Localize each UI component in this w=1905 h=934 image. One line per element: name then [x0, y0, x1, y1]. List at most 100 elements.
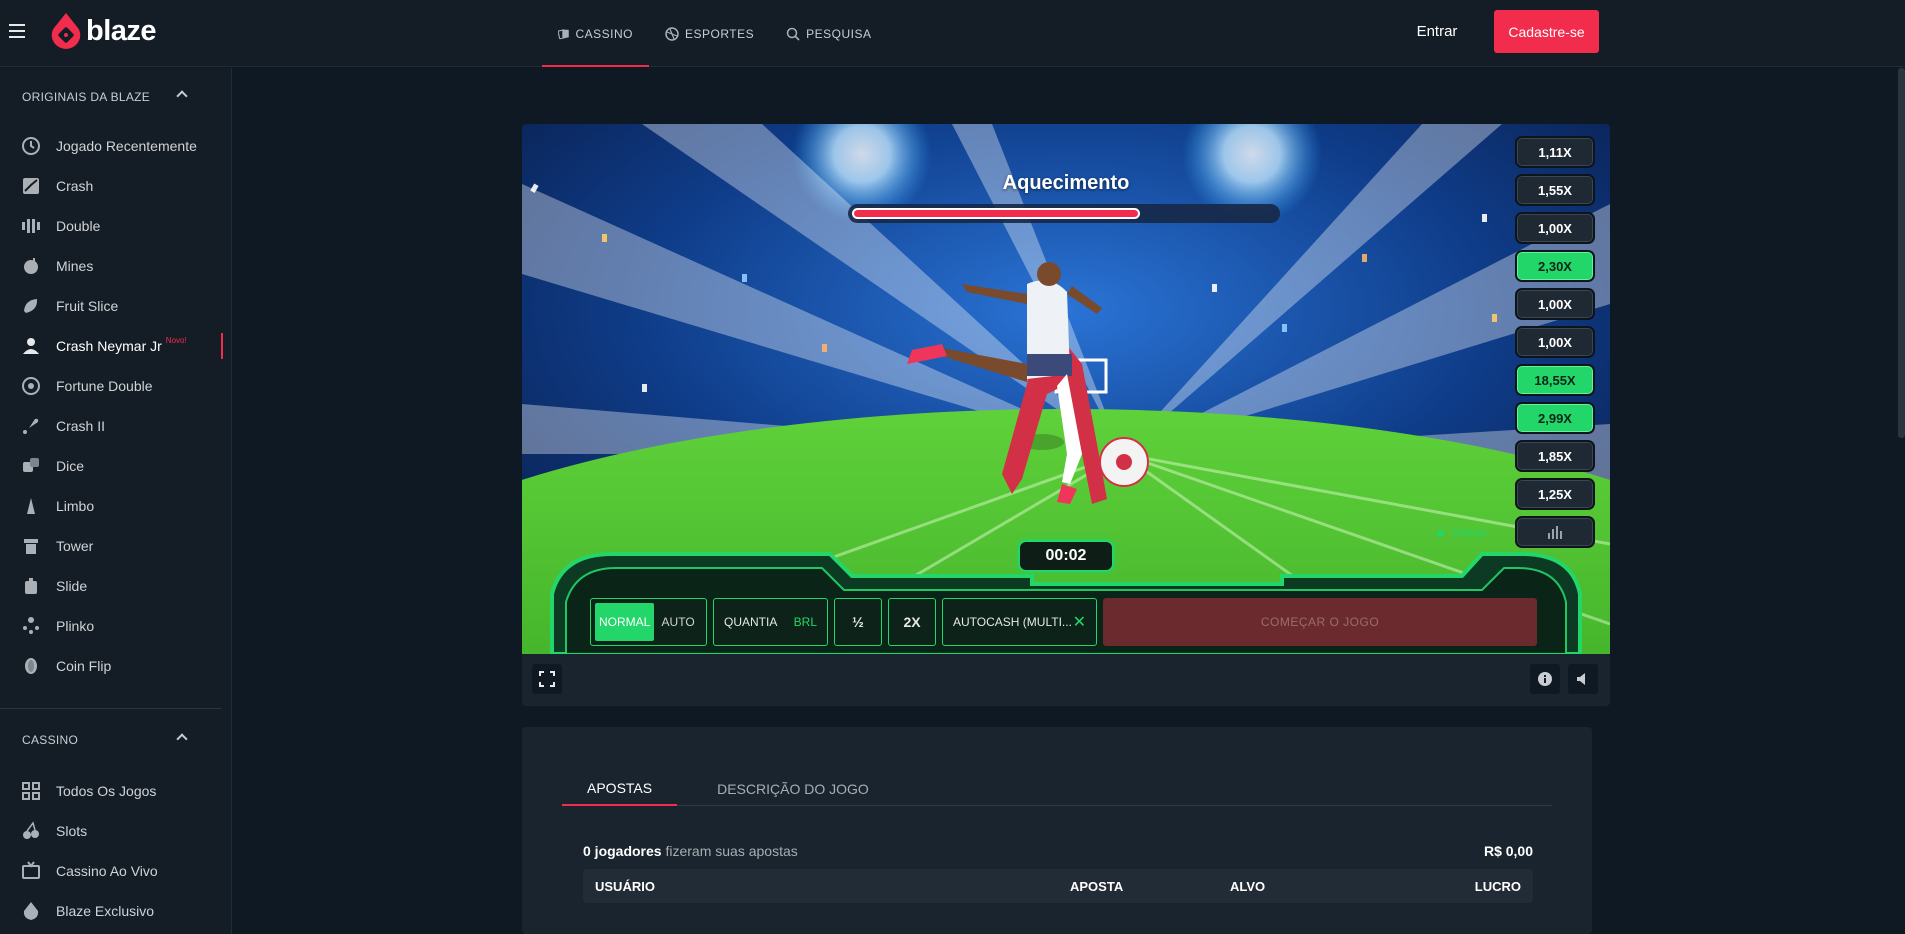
nav-sports[interactable]: ESPORTES	[649, 0, 770, 67]
sidebar-item-fortune-double[interactable]: Fortune Double	[0, 366, 231, 406]
tab-game-description[interactable]: DESCRIÇÃO DO JOGO	[717, 771, 869, 806]
sidebar-item-todos-os-jogos[interactable]: Todos Os Jogos	[0, 771, 231, 811]
stats-button[interactable]	[1515, 516, 1595, 548]
sidebar-item-crash[interactable]: Crash	[0, 166, 231, 206]
online-indicator: Online	[1437, 526, 1487, 540]
sidebar-item-label: Tower	[56, 538, 94, 554]
double-bet-button[interactable]: 2X	[888, 598, 936, 646]
sidebar-item-tower[interactable]: Tower	[0, 526, 231, 566]
originals-list: Jogado Recentemente Crash Double Mines Fruit…	[0, 126, 231, 686]
login-button[interactable]: Entrar	[1402, 14, 1472, 49]
sidebar-item-blaze-exclusivo[interactable]: Blaze Exclusivo	[0, 891, 231, 931]
top-bar: blaze CASSINO ESPORTES PESQUISA Entrar C…	[0, 0, 1905, 67]
tower-icon	[20, 535, 42, 557]
signup-button[interactable]: Cadastre-se	[1494, 10, 1599, 53]
game-scene: Aquecimento 1,11X 1,55X 1,00X 2,30X 1,00X 1,0…	[522, 124, 1610, 654]
multiplier-history-item: 1,85X	[1515, 440, 1595, 472]
sidebar-item-label: Plinko	[56, 618, 95, 634]
menu-icon[interactable]	[9, 24, 25, 38]
brand-logo[interactable]: blaze	[50, 12, 157, 50]
search-icon	[786, 27, 800, 41]
casino-list: Todos Os Jogos Slots Cassino Ao Vivo Blaze …	[0, 771, 231, 931]
online-dot-icon	[1437, 529, 1444, 537]
players-summary: 0 jogadores fizeram suas apostas R$ 0,00	[583, 843, 1533, 859]
originals-section-header[interactable]: ORIGINAIS DA BLAZE	[0, 68, 231, 126]
multiplier-history-item: 2,99X	[1515, 402, 1595, 434]
nav-casino[interactable]: CASSINO	[542, 0, 649, 67]
sidebar-item-mines[interactable]: Mines	[0, 246, 231, 286]
sidebar-item-double[interactable]: Double	[0, 206, 231, 246]
nav-search-label: PESQUISA	[806, 26, 872, 41]
nav-search[interactable]: PESQUISA	[770, 0, 887, 67]
multiplier-history-item: 1,55X	[1515, 174, 1595, 206]
info-icon	[1538, 672, 1552, 686]
col-user: USUÁRIO	[595, 879, 655, 894]
info-button[interactable]	[1530, 664, 1560, 694]
clear-autocash-icon[interactable]: ✕	[1073, 612, 1086, 632]
half-bet-button[interactable]: ½	[834, 598, 882, 646]
bet-controls: NORMAL AUTO QUANTIA BRL ½ 2X AUTOCASH (M…	[590, 598, 1537, 646]
bets-tabs: APOSTAS DESCRIÇÃO DO JOGO	[562, 771, 1552, 806]
multiplier-history: 1,11X 1,55X 1,00X 2,30X 1,00X 1,00X 18,55X 2,99…	[1515, 136, 1595, 516]
col-profit: LUCRO	[1474, 879, 1521, 894]
sidebar-item-cassino-ao-vivo[interactable]: Cassino Ao Vivo	[0, 851, 231, 891]
sidebar-item-label: Jogado Recentemente	[56, 138, 197, 154]
sidebar-item-label: Fortune Double	[56, 378, 153, 394]
fullscreen-icon	[539, 671, 555, 687]
slide-icon	[20, 575, 42, 597]
dice-icon	[20, 455, 42, 477]
clock-icon	[20, 135, 42, 157]
fullscreen-button[interactable]	[532, 664, 562, 694]
sidebar-item-fruit-slice[interactable]: Fruit Slice	[0, 286, 231, 326]
bets-table-header: USUÁRIO APOSTA ALVO LUCRO	[583, 869, 1533, 903]
sidebar-item-dice[interactable]: Dice	[0, 446, 231, 486]
mode-auto-button[interactable]: AUTO	[654, 603, 702, 641]
sidebar-item-limbo[interactable]: Limbo	[0, 486, 231, 526]
game-panel: Aquecimento 1,11X 1,55X 1,00X 2,30X 1,00X 1,0…	[522, 124, 1610, 706]
sidebar-item-label: Crash	[56, 178, 94, 194]
neymar-icon	[20, 335, 42, 357]
col-target: ALVO	[1230, 879, 1266, 894]
sidebar-item-crash-ii[interactable]: Crash II	[0, 406, 231, 446]
sidebar-item-slots[interactable]: Slots	[0, 811, 231, 851]
sidebar-item-slide[interactable]: Slide	[0, 566, 231, 606]
online-label: Online	[1452, 526, 1487, 540]
limbo-icon	[20, 495, 42, 517]
sidebar-item-label: Crash II	[56, 418, 106, 434]
autocash-input[interactable]: AUTOCASH (MULTI... ✕	[942, 598, 1097, 646]
bet-amount-input[interactable]: QUANTIA BRL	[713, 598, 828, 646]
mode-normal-button[interactable]: NORMAL	[595, 603, 655, 641]
plinko-icon	[20, 615, 42, 637]
mode-toggle: NORMAL AUTO	[590, 598, 707, 646]
fruit-icon	[20, 295, 42, 317]
top-nav: CASSINO ESPORTES PESQUISA	[542, 0, 888, 67]
warmup-progress-fill	[852, 208, 1141, 219]
crash-icon	[20, 175, 42, 197]
casino-section-header[interactable]: CASSINO	[0, 709, 231, 771]
sound-button[interactable]	[1568, 664, 1598, 694]
multiplier-history-item: 2,30X	[1515, 250, 1595, 282]
chevron-up-icon	[176, 733, 188, 745]
players-count: 0 jogadores	[583, 843, 662, 859]
casino-title: CASSINO	[22, 733, 79, 747]
nav-sports-label: ESPORTES	[685, 26, 755, 41]
page-scrollbar[interactable]	[1898, 68, 1905, 438]
autocash-label: AUTOCASH (MULTI...	[953, 615, 1072, 629]
blaze-icon	[20, 900, 42, 922]
start-game-button[interactable]: COMEÇAR O JOGO	[1103, 598, 1537, 646]
sidebar-item-plinko[interactable]: Plinko	[0, 606, 231, 646]
sidebar-item-label: Double	[56, 218, 101, 234]
warmup-progress	[848, 204, 1280, 223]
sidebar-item-label: Mines	[56, 258, 94, 274]
round-timer: 00:02	[1018, 540, 1114, 572]
multiplier-history-item: 1,00X	[1515, 326, 1595, 358]
sidebar-item-jogado-recentemente[interactable]: Jogado Recentemente	[0, 126, 231, 166]
multiplier-history-item: 1,00X	[1515, 212, 1595, 244]
tab-bets[interactable]: APOSTAS	[562, 771, 678, 806]
cherry-icon	[20, 820, 42, 842]
brand-name: blaze	[86, 14, 157, 47]
sidebar-item-crash-neymar-jr[interactable]: Crash Neymar Jr Novo!	[0, 326, 231, 366]
sidebar-item-coin-flip[interactable]: Coin Flip	[0, 646, 231, 686]
sidebar-item-label: Coin Flip	[56, 658, 112, 674]
sidebar-item-label: Fruit Slice	[56, 298, 119, 314]
